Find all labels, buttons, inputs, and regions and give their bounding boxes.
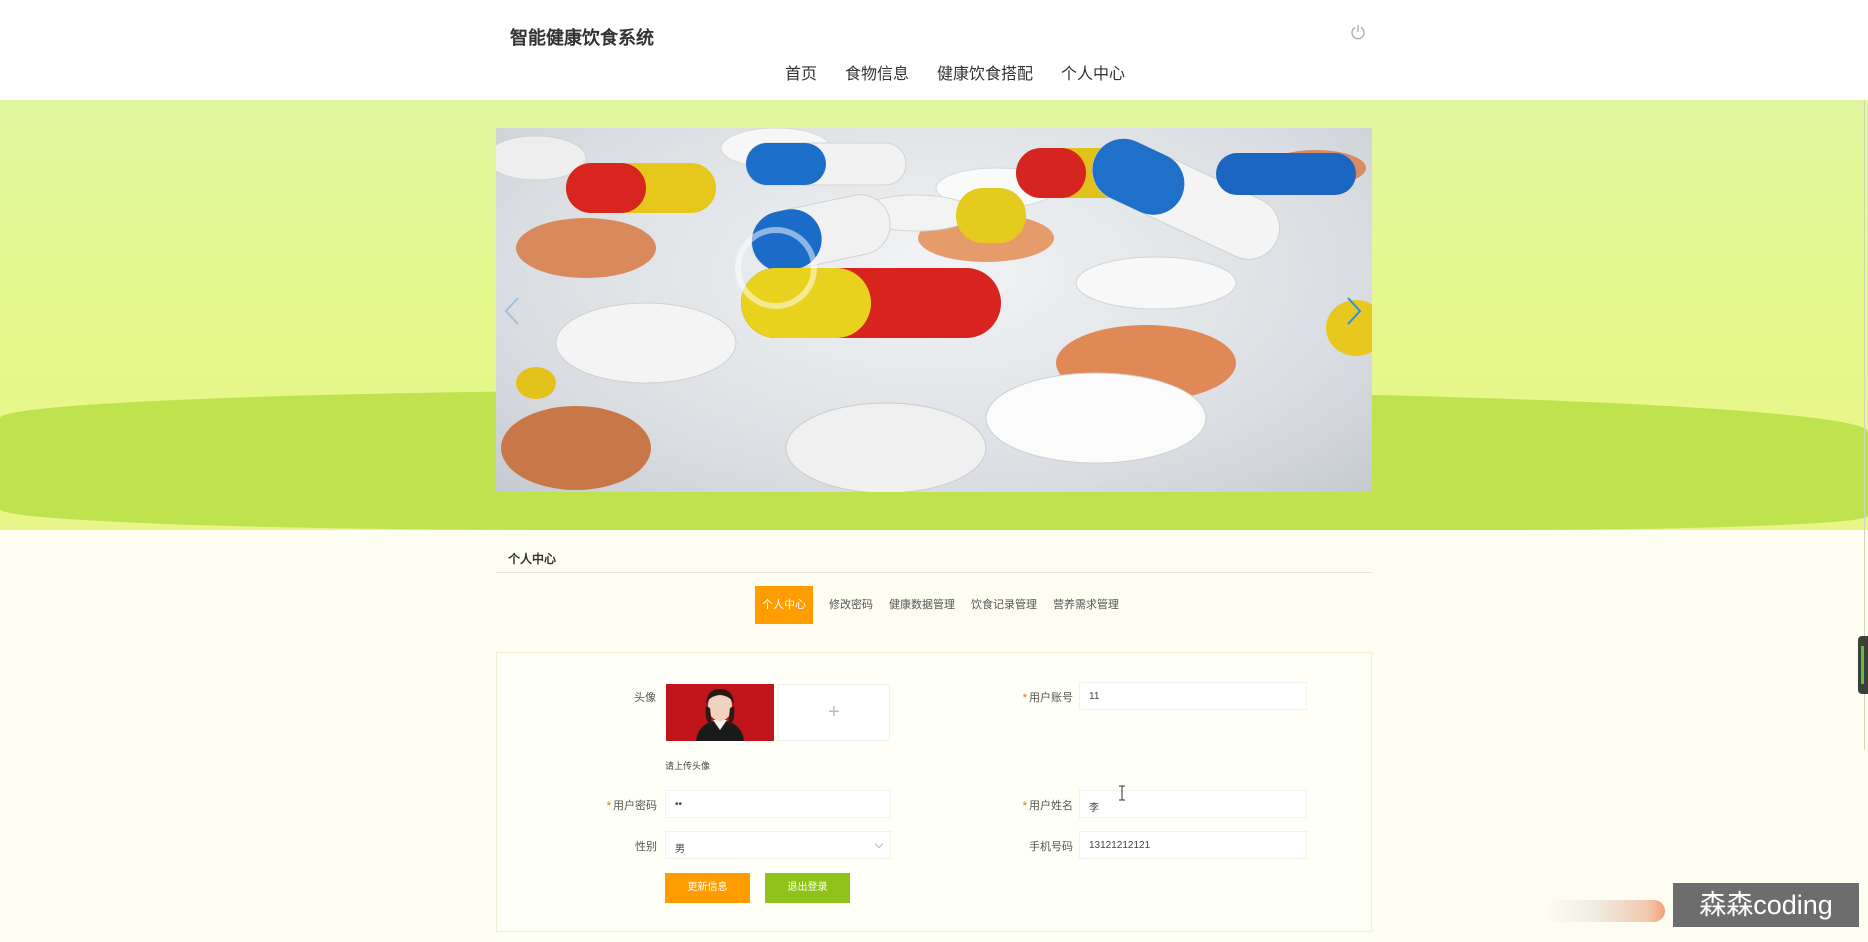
avatar[interactable] xyxy=(666,684,774,741)
blurred-bar xyxy=(1545,900,1665,922)
gender-value: 男 xyxy=(675,844,685,855)
nav-item-user-center[interactable]: 个人中心 xyxy=(1061,60,1125,84)
power-icon[interactable] xyxy=(1350,24,1366,40)
plus-icon: + xyxy=(828,701,840,723)
logout-button[interactable]: 退出登录 xyxy=(765,873,850,903)
nav-item-diet-plan[interactable]: 健康饮食搭配 xyxy=(937,60,1033,84)
tab-change-password[interactable]: 修改密码 xyxy=(821,586,881,624)
gender-select[interactable]: 男 xyxy=(665,831,891,859)
text-cursor-icon xyxy=(1119,785,1125,801)
nav-item-home[interactable]: 首页 xyxy=(785,60,817,84)
account-input[interactable]: 11 xyxy=(1079,682,1307,710)
nav-item-food-info[interactable]: 食物信息 xyxy=(845,60,909,84)
avatar-upload-button[interactable]: + xyxy=(778,684,890,741)
tab-nutrition-needs[interactable]: 营养需求管理 xyxy=(1045,586,1127,624)
tab-health-data[interactable]: 健康数据管理 xyxy=(881,586,963,624)
pills-image xyxy=(496,128,1372,492)
gender-label: 性别 xyxy=(635,841,657,853)
channel-watermark: 森森coding xyxy=(1673,883,1859,927)
avatar-photo xyxy=(666,684,774,741)
password-label: * 用户密码 xyxy=(606,800,657,812)
tab-diet-records[interactable]: 饮食记录管理 xyxy=(963,586,1045,624)
top-header: 智能健康饮食系统 首页 食物信息 健康饮食搭配 个人中心 xyxy=(0,0,1868,100)
update-info-button[interactable]: 更新信息 xyxy=(665,873,750,903)
user-center-tabs: 个人中心 修改密码 健康数据管理 饮食记录管理 营养需求管理 xyxy=(755,586,1127,624)
phone-input[interactable]: 13121212121 xyxy=(1079,831,1307,859)
main-nav: 首页 食物信息 健康饮食搭配 个人中心 xyxy=(785,60,1153,84)
avatar-label: 头像 xyxy=(634,692,656,704)
password-input[interactable]: •• xyxy=(665,790,891,818)
carousel-prev-arrow[interactable] xyxy=(500,294,524,328)
chevron-down-icon xyxy=(874,839,884,849)
account-label: * 用户账号 xyxy=(1022,692,1073,704)
section-divider xyxy=(496,572,1372,573)
banner-carousel[interactable] xyxy=(496,128,1372,492)
carousel-next-arrow[interactable] xyxy=(1342,294,1366,328)
phone-label: 手机号码 xyxy=(1029,841,1073,853)
name-input[interactable]: 李 xyxy=(1079,790,1307,818)
tab-user-center[interactable]: 个人中心 xyxy=(755,586,813,624)
site-title: 智能健康饮食系统 xyxy=(510,28,654,48)
upload-hint: 请上传头像 xyxy=(665,761,711,771)
section-title: 个人中心 xyxy=(508,552,557,566)
name-label: * 用户姓名 xyxy=(1022,800,1073,812)
scrollbar-thumb[interactable] xyxy=(1858,636,1868,694)
